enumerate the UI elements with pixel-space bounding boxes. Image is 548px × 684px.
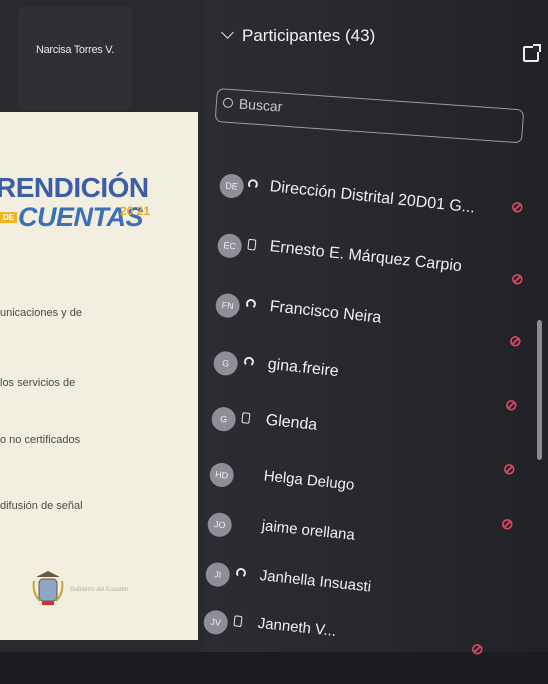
avatar: FN (214, 292, 241, 319)
mic-muted-icon[interactable]: ⊘ (503, 460, 516, 478)
chevron-down-icon[interactable] (221, 26, 234, 39)
headset-icon (247, 178, 261, 196)
avatar: DE (218, 172, 245, 200)
search-placeholder: Buscar (238, 95, 283, 115)
participant-name: Dirección Distrital 20D01 G... (268, 178, 476, 217)
participants-title: Participantes (43) (242, 26, 376, 45)
participant-name: gina.freire (266, 355, 340, 381)
ecuador-crest-icon (32, 571, 64, 605)
participant-row[interactable]: EC Ernesto E. Márquez Carpio (209, 232, 541, 306)
slide-text-line: difusión de señal (0, 500, 83, 512)
phone-icon (233, 615, 247, 632)
mic-muted-icon[interactable]: ⊘ (511, 198, 524, 216)
avatar: G (212, 350, 239, 377)
participant-name: Janneth V... (256, 614, 338, 640)
slide-year: 20 21 (120, 204, 151, 218)
participant-name-label: Narcisa Torres V. (35, 44, 115, 56)
crest-caption: Gobierno del Ecuador (70, 587, 129, 593)
slide-text-line: los servicios de (0, 377, 76, 389)
participant-name: jaime orellana (260, 517, 356, 544)
participants-panel: Participantes (43) Buscar DE Dirección Di… (202, 0, 548, 658)
headset-icon (245, 298, 259, 316)
headset-icon (235, 567, 249, 584)
participant-name: Francisco Neira (268, 298, 383, 327)
participant-row[interactable]: DE Dirección Distrital 20D01 G... (209, 172, 541, 246)
participants-header[interactable]: Participantes (43) (221, 26, 376, 46)
video-tile[interactable]: Narcisa Torres V. (18, 6, 132, 110)
popout-icon[interactable] (523, 44, 541, 62)
headset-icon (243, 356, 257, 373)
participant-name: Ernesto E. Márquez Carpio (268, 238, 463, 276)
slide-text-line: o no certificados (0, 434, 81, 446)
participant-name: Janhella Insuasti (258, 567, 372, 596)
avatar: JI (204, 561, 231, 588)
avatar: G (210, 406, 237, 433)
participant-name: Glenda (264, 411, 319, 434)
avatar: JV (202, 609, 229, 636)
video-area: Narcisa Torres V. RENDICIÓN DE CUENTAS 2… (0, 0, 205, 652)
phone-icon (241, 412, 255, 429)
mic-muted-icon[interactable]: ⊘ (501, 515, 514, 533)
participant-name: Helga Delugo (262, 467, 356, 494)
mic-muted-icon[interactable]: ⊘ (511, 270, 524, 288)
shared-slide: RENDICIÓN DE CUENTAS 20 21 unicaciones y… (0, 112, 198, 640)
slide-title-prefix: DE (0, 212, 18, 223)
avatar: EC (216, 232, 243, 260)
avatar: HD (208, 461, 235, 489)
avatar: JO (206, 511, 233, 538)
mic-muted-icon[interactable]: ⊘ (505, 396, 518, 414)
phone-icon (247, 238, 261, 256)
search-icon (222, 97, 234, 109)
slide-title: RENDICIÓN (0, 172, 149, 203)
mic-muted-icon[interactable]: ⊘ (471, 640, 484, 658)
slide-text-line: unicaciones y de (0, 307, 82, 319)
search-input[interactable]: Buscar (214, 88, 525, 144)
mic-muted-icon[interactable]: ⊘ (509, 332, 522, 350)
